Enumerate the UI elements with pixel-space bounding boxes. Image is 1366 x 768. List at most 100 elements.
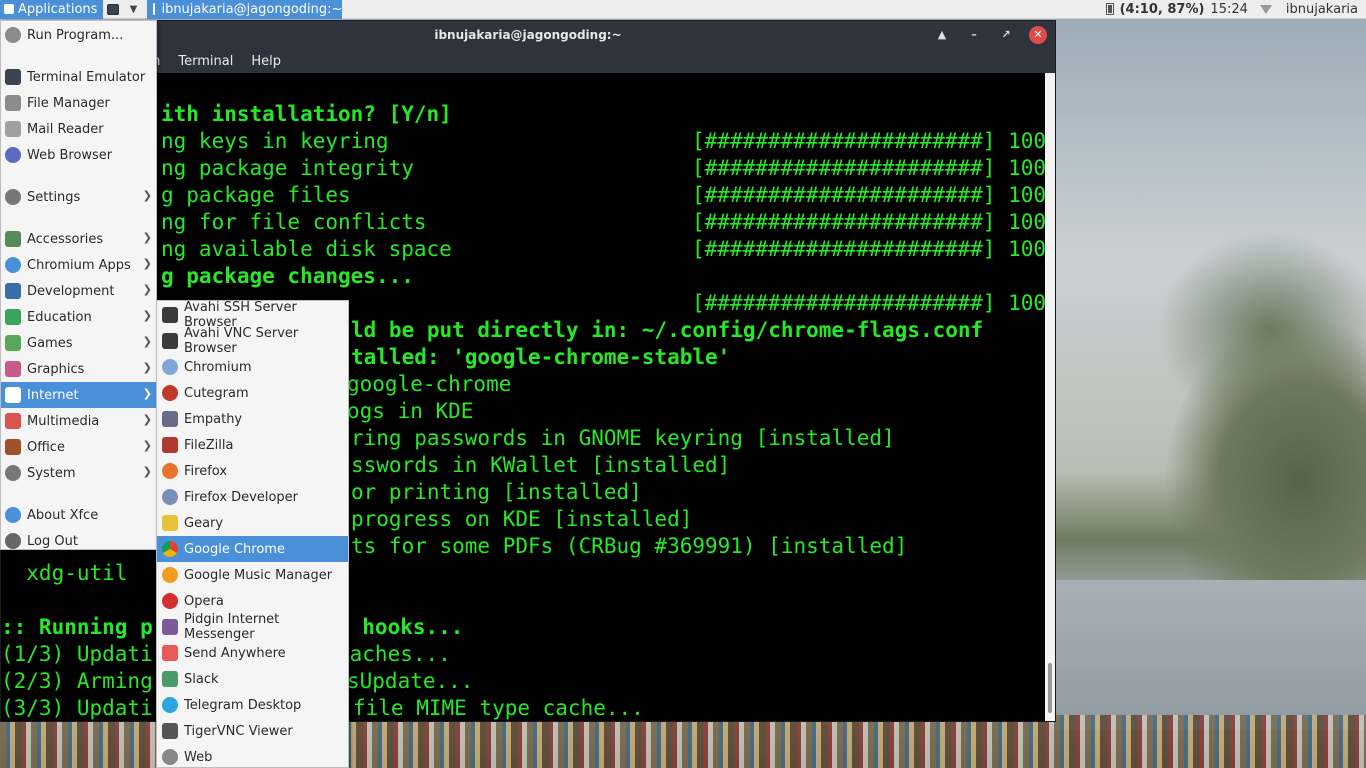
submenu-item-avahi-vnc-server-browser[interactable]: Avahi VNC Server Browser [157,326,348,356]
submenu-item-google-chrome[interactable]: Google Chrome [157,536,348,562]
terminal-line-fragment: caches... [337,642,451,666]
chevron-right-icon: ❯ [142,465,152,478]
submenu-item-label: Cutegram [184,385,249,401]
chevron-right-icon: ❯ [142,309,152,322]
taskbar-item-label: ibnujakaria@jagongoding:~ [161,1,343,17]
menu-help[interactable]: Help [251,54,281,69]
terminal-line-text: ith installation? [Y/n] [161,102,452,126]
applications-menu: Run Program... Terminal Emulator File Mana… [0,20,157,550]
briefcase-icon [5,439,21,455]
user-name[interactable]: ibnujakaria [1286,2,1358,17]
menu-item-web-browser[interactable]: Web Browser [1,142,156,168]
submenu-item-cutegram[interactable]: Cutegram [157,380,348,406]
submenu-item-opera[interactable]: Opera [157,588,348,614]
menu-item-run-program[interactable]: Run Program... [1,22,156,48]
multimedia-icon [5,413,21,429]
logout-icon [5,533,21,549]
headphones-icon [162,567,178,583]
submenu-item-firefox[interactable]: Firefox [157,458,348,484]
terminal-line-text: (2/3) Arming [1,669,153,693]
submenu-item-google-music-manager[interactable]: Google Music Manager [157,562,348,588]
launcher-dropdown[interactable]: ▼ [123,0,143,19]
shade-icon[interactable]: ▲ [933,26,951,44]
menu-item-file-manager[interactable]: File Manager [1,90,156,116]
firefox-icon [162,463,178,479]
submenu-item-label: Google Chrome [184,541,285,557]
slack-icon [162,671,178,687]
menu-item-settings[interactable]: Settings ❯ [1,184,156,210]
wallpaper-hill [1120,300,1366,600]
terminal-line-fragment: n hooks... [337,615,464,639]
menu-item-label: Settings [27,189,81,205]
submenu-item-label: Firefox Developer [184,489,299,505]
scrollbar-thumb[interactable] [1048,663,1052,713]
submenu-item-send-anywhere[interactable]: Send Anywhere [157,640,348,666]
submenu-item-telegram-desktop[interactable]: Telegram Desktop [157,692,348,718]
menu-item-education[interactable]: Education ❯ [1,304,156,330]
terminal-line-text: (3/3) Updati [1,696,153,720]
menu-item-internet[interactable]: Internet ❯ [1,382,156,408]
terminal-line-text: google-chrome [347,372,512,396]
submenu-item-avahi-ssh-server-browser[interactable]: Avahi SSH Server Browser [157,300,348,330]
menu-item-development[interactable]: Development ❯ [1,278,156,304]
submenu-item-firefox-developer[interactable]: Firefox Developer [157,484,348,510]
menu-item-system[interactable]: System ❯ [1,460,156,486]
submenu-item-geary[interactable]: Geary [157,510,348,536]
terminal-line: ng package integrity [##################… [1,155,1045,182]
menu-item-about-xfce[interactable]: About Xfce [1,502,156,528]
terminal-icon [5,69,21,85]
chevron-right-icon: ❯ [142,361,152,374]
menu-item-label: Terminal Emulator [27,69,146,85]
menu-item-log-out[interactable]: Log Out [1,528,156,554]
terminal-line-text: g package files [######################]… [161,183,1045,207]
submenu-item-filezilla[interactable]: FileZilla [157,432,348,458]
minimize-icon[interactable]: – [965,26,983,44]
submenu-item-label: Pidgin Internet Messenger [184,612,280,642]
submenu-item-tigervnc-viewer[interactable]: TigerVNC Viewer [157,718,348,744]
menu-item-games[interactable]: Games ❯ [1,330,156,356]
network-icon[interactable] [1259,4,1272,14]
terminal-line-fragment: file MIME type cache... [353,696,644,720]
terminal-line-text: ring passwords in GNOME keyring [install… [351,426,895,450]
menu-item-office[interactable]: Office ❯ [1,434,156,460]
terminal-line-text: progress on KDE [installed] [351,507,693,531]
menu-item-terminal-emulator[interactable]: Terminal Emulator [1,64,156,90]
terminal-scrollbar[interactable] [1045,73,1055,721]
terminal-line-text: xdg-util [1,561,128,585]
avahi-ssh-icon [162,307,178,323]
terminal-line: ng available disk space [###############… [1,236,1045,263]
taskbar-item-terminal[interactable]: ibnujakaria@jagongoding:~ [147,0,343,19]
terminal-line: ith installation? [Y/n] [1,101,1045,128]
menu-terminal[interactable]: Terminal [178,54,233,69]
submenu-item-slack[interactable]: Slack [157,666,348,692]
system-gear-icon [5,465,21,481]
window-titlebar[interactable]: ibnujakaria@jagongoding:~ ▲ – ↗ ✕ [1,21,1055,49]
terminal-line: g package files [######################]… [1,182,1045,209]
maximize-icon[interactable]: ↗ [997,26,1015,44]
cloud-icon [5,387,21,403]
chevron-right-icon: ❯ [142,335,152,348]
submenu-item-web[interactable]: Web [157,744,348,768]
battery-icon[interactable] [1105,3,1114,15]
submenu-item-empathy[interactable]: Empathy [157,406,348,432]
terminal-line-text: g package changes... [161,264,414,288]
applications-button[interactable]: Applications [0,0,104,19]
clock[interactable]: 15:24 [1210,2,1247,17]
telegram-icon [162,697,178,713]
close-icon[interactable]: ✕ [1029,26,1047,44]
submenu-item-chromium[interactable]: Chromium [157,354,348,380]
opera-icon [162,593,178,609]
web-icon [162,749,178,765]
development-icon [5,283,21,299]
menu-item-chromium-apps[interactable]: Chromium Apps ❯ [1,252,156,278]
globe-icon [5,147,21,163]
menu-item-accessories[interactable]: Accessories ❯ [1,226,156,252]
menu-item-multimedia[interactable]: Multimedia ❯ [1,408,156,434]
menu-item-graphics[interactable]: Graphics ❯ [1,356,156,382]
terminal-line-text: ogs in KDE [347,399,474,423]
submenu-item-label: Google Music Manager [184,567,333,583]
window-controls: ▲ – ↗ ✕ [933,26,1047,44]
menu-item-mail-reader[interactable]: Mail Reader [1,116,156,142]
terminal-launcher[interactable] [103,0,123,19]
submenu-item-pidgin-internet-messenger[interactable]: Pidgin Internet Messenger [157,612,348,642]
